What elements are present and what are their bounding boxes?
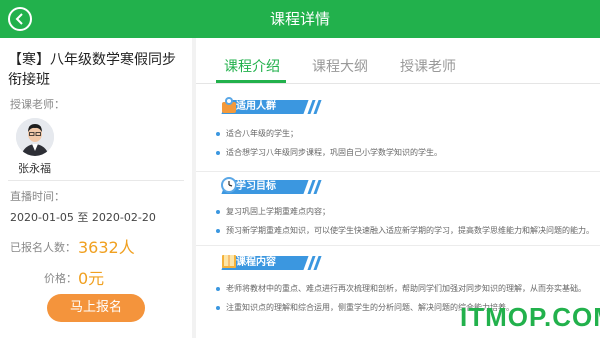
price-label: 价格： <box>44 272 77 285</box>
list-item: 老师将教材中的重点、难点进行再次梳理和剖析，帮助同学们加强对同步知识的理解，从而… <box>216 283 586 294</box>
section-title: 学习目标 <box>236 181 276 192</box>
badge-stripes <box>307 100 322 114</box>
teacher-label: 授课老师： <box>10 98 65 111</box>
section-title: 课程内容 <box>236 257 276 268</box>
section-divider <box>196 171 600 172</box>
section-title: 适用人群 <box>236 101 276 112</box>
enrolled-count: 3632人 <box>78 238 135 257</box>
list-item: 适合想学习八年级同步课程，巩固自己小学数学知识的学生。 <box>216 147 442 158</box>
tab-course-outline[interactable]: 课程大纲 <box>312 56 368 76</box>
course-detail-panel: 课程介绍 课程大纲 授课老师 适用人群 适合八年级的学生； 适合想学习八年级同步… <box>196 38 600 338</box>
enroll-button[interactable]: 马上报名 <box>47 294 145 322</box>
badge-stripes <box>307 180 322 194</box>
teacher-avatar[interactable] <box>16 118 54 156</box>
badge-stripes <box>307 256 322 270</box>
page-title: 课程详情 <box>269 10 330 28</box>
enrolled-label: 已报名人数： <box>10 241 76 254</box>
section-divider <box>196 245 600 246</box>
list-item: 适合八年级的学生； <box>216 128 298 139</box>
tab-teacher[interactable]: 授课老师 <box>400 56 456 76</box>
list-item: 复习巩固上学期重难点内容； <box>216 206 330 217</box>
watermark: ITMOP.COM <box>460 302 600 332</box>
course-title: 【寒】八年级数学寒假同步衔接班 <box>8 52 176 88</box>
course-info-panel: 【寒】八年级数学寒假同步衔接班 授课老师： 张永福 直播时间： 2020-01-… <box>0 38 192 338</box>
top-bar: 课程详情 <box>0 0 600 38</box>
teacher-name: 张永福 <box>18 162 51 175</box>
tab-course-intro[interactable]: 课程介绍 <box>224 56 280 76</box>
live-time-range: 2020-01-05 至 2020-02-20 <box>10 211 156 224</box>
tab-divider <box>196 83 600 84</box>
live-time-label: 直播时间： <box>10 190 65 203</box>
price-value: 0元 <box>78 269 105 288</box>
list-item: 预习新学期重难点知识，可以使学生快速融入适应新学期的学习，提高数学思维能力和解决… <box>216 225 594 236</box>
divider <box>8 180 184 181</box>
